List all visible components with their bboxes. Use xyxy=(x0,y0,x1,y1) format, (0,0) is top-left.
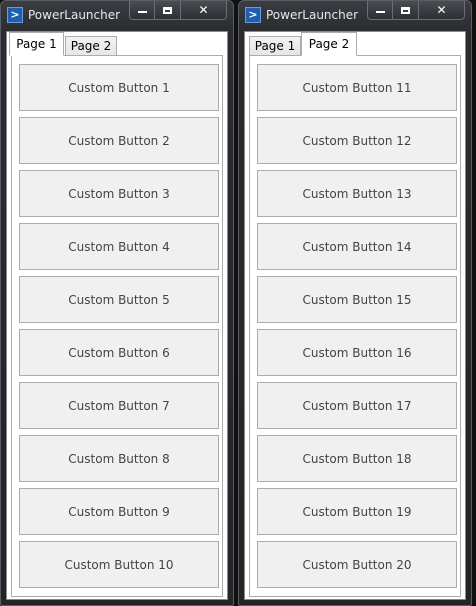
powershell-icon[interactable]: > xyxy=(7,7,23,23)
window-title: PowerLauncher xyxy=(28,8,121,22)
tab-page-1[interactable]: Page 1 xyxy=(249,36,301,56)
powerlauncher-window-1: > PowerLauncher ✕ Page 1 Page 2 Custom B… xyxy=(0,0,234,606)
maximize-icon xyxy=(163,6,172,14)
tab-page-2[interactable]: Page 2 xyxy=(65,36,117,56)
custom-button-16[interactable]: Custom Button 16 xyxy=(257,329,457,376)
custom-button-11[interactable]: Custom Button 11 xyxy=(257,64,457,111)
custom-button-7[interactable]: Custom Button 7 xyxy=(19,382,219,429)
custom-button-6[interactable]: Custom Button 6 xyxy=(19,329,219,376)
tab-panel: Custom Button 11 Custom Button 12 Custom… xyxy=(249,55,461,597)
custom-button-12[interactable]: Custom Button 12 xyxy=(257,117,457,164)
maximize-button[interactable] xyxy=(155,1,181,20)
maximize-button[interactable] xyxy=(393,1,419,20)
tab-panel: Custom Button 1 Custom Button 2 Custom B… xyxy=(11,55,223,597)
maximize-icon xyxy=(401,6,410,14)
close-button[interactable]: ✕ xyxy=(181,1,227,20)
window-client-area: Page 1 Page 2 Custom Button 11 Custom Bu… xyxy=(244,31,466,600)
window-title: PowerLauncher xyxy=(266,8,359,22)
title-bar[interactable]: > PowerLauncher ✕ xyxy=(239,1,471,31)
powerlauncher-window-2: > PowerLauncher ✕ Page 1 Page 2 Custom B… xyxy=(238,0,472,606)
close-icon: ✕ xyxy=(198,3,209,17)
minimize-button[interactable] xyxy=(367,1,393,20)
custom-button-10[interactable]: Custom Button 10 xyxy=(19,541,219,588)
custom-button-8[interactable]: Custom Button 8 xyxy=(19,435,219,482)
tab-page-2[interactable]: Page 2 xyxy=(301,32,357,56)
tab-page-1[interactable]: Page 1 xyxy=(9,32,64,56)
title-bar[interactable]: > PowerLauncher ✕ xyxy=(1,1,233,31)
custom-button-19[interactable]: Custom Button 19 xyxy=(257,488,457,535)
close-icon: ✕ xyxy=(436,3,447,17)
custom-button-2[interactable]: Custom Button 2 xyxy=(19,117,219,164)
custom-button-20[interactable]: Custom Button 20 xyxy=(257,541,457,588)
minimize-icon xyxy=(137,11,147,13)
custom-button-5[interactable]: Custom Button 5 xyxy=(19,276,219,323)
window-controls: ✕ xyxy=(367,1,465,20)
custom-button-18[interactable]: Custom Button 18 xyxy=(257,435,457,482)
powershell-icon[interactable]: > xyxy=(245,7,261,23)
custom-button-17[interactable]: Custom Button 17 xyxy=(257,382,457,429)
close-button[interactable]: ✕ xyxy=(419,1,465,20)
custom-button-4[interactable]: Custom Button 4 xyxy=(19,223,219,270)
window-controls: ✕ xyxy=(129,1,227,20)
custom-button-3[interactable]: Custom Button 3 xyxy=(19,170,219,217)
custom-button-15[interactable]: Custom Button 15 xyxy=(257,276,457,323)
minimize-icon xyxy=(375,11,385,13)
custom-button-9[interactable]: Custom Button 9 xyxy=(19,488,219,535)
custom-button-1[interactable]: Custom Button 1 xyxy=(19,64,219,111)
window-client-area: Page 1 Page 2 Custom Button 1 Custom But… xyxy=(6,31,228,600)
custom-button-13[interactable]: Custom Button 13 xyxy=(257,170,457,217)
minimize-button[interactable] xyxy=(129,1,155,20)
custom-button-14[interactable]: Custom Button 14 xyxy=(257,223,457,270)
